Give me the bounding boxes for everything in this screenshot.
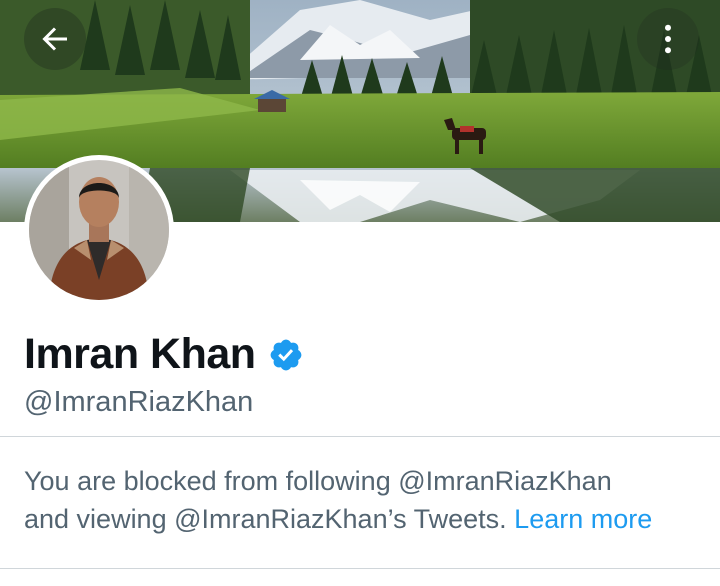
divider xyxy=(0,568,720,569)
profile-handle: @ImranRiazKhan xyxy=(24,386,254,418)
verified-badge-icon[interactable] xyxy=(268,337,304,373)
divider xyxy=(0,436,720,437)
blocked-notice-line2: and viewing @ImranRiazKhan’s Tweets. xyxy=(24,504,507,534)
back-arrow-icon xyxy=(42,27,67,51)
profile-name-row: Imran Khan xyxy=(24,326,304,382)
more-vertical-icon xyxy=(665,24,671,54)
blocked-notice-line1: You are blocked from following @ImranRia… xyxy=(24,466,612,496)
learn-more-link[interactable]: Learn more xyxy=(514,504,652,534)
avatar-container[interactable] xyxy=(24,155,174,305)
back-button[interactable] xyxy=(24,8,86,70)
blocked-notice: You are blocked from following @ImranRia… xyxy=(24,462,704,538)
display-name: Imran Khan xyxy=(24,329,256,378)
more-options-button[interactable] xyxy=(637,8,699,70)
avatar xyxy=(29,160,169,300)
